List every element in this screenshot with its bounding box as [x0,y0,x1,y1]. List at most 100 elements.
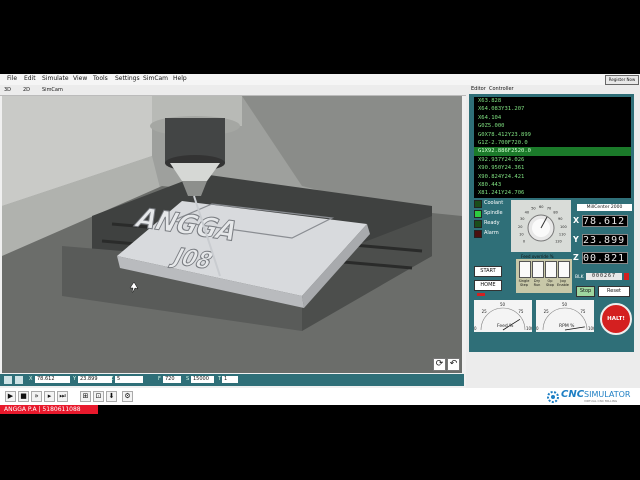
y-axis-value: 23.899 [582,234,628,246]
jog-enable-switch[interactable] [558,261,570,278]
gauge-tick-label: 100 [588,326,594,331]
menu-edit[interactable]: Edit [24,75,36,82]
mode-switches: Single Step Dry Run Op Stop Jog Enable [516,259,572,293]
machine-title: MillCenter 2000 [577,204,632,211]
stop-icon[interactable]: ■ [18,391,29,402]
tab-editor[interactable]: Editor [471,86,486,92]
gauge-tick-label: 75 [580,309,586,314]
menu-help[interactable]: Help [173,75,187,82]
z-axis-label: Z [573,253,579,262]
rotate-view-icon[interactable]: ⟳ [433,358,446,371]
y-axis-label: Y [573,235,579,244]
stop-button[interactable]: Stop [576,286,595,297]
spindle-indicator-light [474,210,482,218]
knob-tick-label: 110 [559,233,566,237]
ready-indicator-light [474,220,482,228]
dry-run-switch[interactable] [532,261,544,278]
home-indicator [477,293,485,296]
cnc-simulator-window: File Edit Simulate View Tools Settings S… [0,74,640,405]
machine-scene: ANGGA J08 [2,96,462,373]
op-stop-switch[interactable] [545,261,557,278]
knob-tick-label: 60 [539,205,543,209]
knob-tick-label: 30 [520,217,524,221]
settings-icon[interactable]: ⚙ [122,391,133,402]
export-icon[interactable]: ⬇ [106,391,117,402]
op-stop-label: Op Stop [546,279,554,287]
feed-readout: 720 [163,376,181,383]
register-button[interactable]: Register Now [605,75,639,85]
fast-forward-icon[interactable]: » [31,391,42,402]
step-icon[interactable]: ▸ [44,391,55,402]
jog-enable-label: Jog Enable [557,279,569,287]
play-icon[interactable]: ▶ [5,391,16,402]
spindle-readout: 15000 [191,376,214,383]
coolant-indicator-light [474,200,482,208]
z-label: Z [110,376,114,382]
reset-view-icon[interactable]: ↶ [447,358,460,371]
single-step-label: Single Step [518,279,530,287]
logo-subtitle: VIRTUAL CNC MILLING [584,399,618,403]
feed-override-knob[interactable]: 010 20 304050 60 708090 100 110 120 [511,200,571,252]
menu-simcam[interactable]: SimCam [143,75,168,82]
knob-tick-label: 70 [547,207,551,211]
gauge-tick-label: 25 [544,309,550,314]
playback-toolbar: ▶ ■ » ▸ ⏭ ⊞ ⊡ ⬇ ⚙ CNC SIMULATOR VIRTUAL … [0,388,640,405]
coolant-label: Coolant [484,200,504,206]
spindle-label: Spindle [484,210,503,216]
gcode-line[interactable]: X81.241Y24.706 [474,189,631,198]
cnc-simulator-logo: CNC SIMULATOR VIRTUAL CNC MILLING [545,389,640,405]
skip-to-end-icon[interactable]: ⏭ [57,391,68,402]
block-indicator [624,273,629,280]
rpm-gauge: 0 25 50 75 100 RPM % [536,300,594,332]
knob-tick-label: 0 [523,240,525,244]
halt-button[interactable]: HALT! [600,303,632,335]
knob-tick-label: 100 [560,225,567,229]
3d-viewport[interactable]: ANGGA J08 ⟳ ↶ [2,96,462,373]
tab-2d[interactable]: 2D [23,87,30,93]
tab-simcam[interactable]: SimCam [42,87,63,93]
ready-label: Ready [484,220,500,226]
dry-run-label: Dry Run [533,279,541,287]
tab-controller[interactable]: Controller [489,86,514,92]
z-axis-value: 00.821 [582,252,628,264]
zoom-icon[interactable]: ⊞ [80,391,91,402]
menu-file[interactable]: File [7,75,17,82]
position-readout-bar: X 78.612 Y 23.899 Z 5 F 720 S 15000 T 1 [0,374,464,386]
start-button[interactable]: START [474,266,502,277]
knob-tick-label: 80 [553,211,557,215]
logo-simulator-text: SIMULATOR [584,390,631,399]
gauge-label: RPM % [559,323,575,329]
s-label: S [186,376,190,382]
menu-simulate[interactable]: Simulate [42,75,69,82]
z-readout: 5 [115,376,143,383]
gauge-tick-label: 75 [518,309,524,314]
y-label: Y [73,376,77,382]
menu-tools[interactable]: Tools [93,75,108,82]
knob-tick-label: 10 [519,233,523,237]
menu-settings[interactable]: Settings [115,75,140,82]
single-step-switch[interactable] [519,261,531,278]
menu-view[interactable]: View [73,75,87,82]
view-options-icon[interactable] [15,376,23,384]
x-label: X [29,376,33,382]
measure-icon[interactable]: ⊡ [93,391,104,402]
toolpath-icon[interactable] [4,376,12,384]
alarm-label: Alarm [484,230,499,236]
gcode-listing[interactable]: X63.828 X64.083Y31.207 X64.104 G0Z5.000 G0X7… [474,97,631,198]
logo-cnc-text: CNC [561,389,585,400]
knob-tick-label: 50 [531,207,535,211]
controller-panel: X63.828 X64.083Y31.207 X64.104 G0Z5.000 G0X7… [469,94,634,352]
view-tabs: 3D 2D SimCam [0,85,466,96]
blk-label: BLK [575,275,584,280]
t-label: T [218,376,222,382]
reset-button[interactable]: Reset [598,286,630,297]
gauge-tick-label: 0 [474,326,477,331]
tool-readout: 1 [222,376,238,383]
gauge-tick-label: 100 [526,326,532,331]
gauge-tick-label: 50 [562,302,568,307]
gauge-tick-label: 25 [482,309,488,314]
gauge-tick-label: 0 [536,326,539,331]
right-panel: Editor Controller X63.828 X64.083Y31.207 X… [466,85,640,388]
tab-3d[interactable]: 3D [4,87,11,93]
home-button[interactable]: HOME [474,280,502,291]
